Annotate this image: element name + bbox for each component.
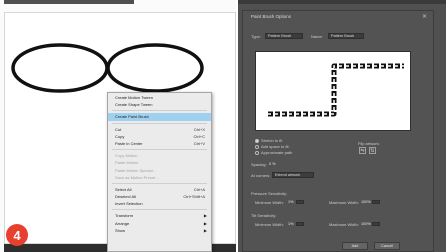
add-space-to-fit-label: Add space to fit: [261, 144, 289, 149]
menu-item-paste-motion: Paste Motion: [115, 160, 139, 166]
menu-item-paste-in-center[interactable]: Paste in Center Ctrl+V: [108, 140, 211, 147]
menu-item-transform[interactable]: Transform ▶: [108, 212, 211, 219]
menu-separator: [112, 209, 207, 211]
tilt-sensitivity-label: Tilt Sensitivity:: [251, 213, 277, 218]
menu-item-create-shape-tween[interactable]: Create Shape Tween: [108, 101, 211, 108]
dialog-panel: Paint Brush Options × Type: Pattern Brus…: [238, 0, 446, 252]
menu-item-create-paint-brush[interactable]: Create Paint Brush: [108, 113, 211, 121]
tilt-max-width-label: Maximum Width:: [329, 222, 359, 227]
stage-panel: Create Motion Tween Create Shape Tween C…: [0, 0, 236, 252]
brush-preview: [255, 51, 411, 131]
add-space-to-fit-radio[interactable]: [255, 145, 259, 149]
submenu-arrow-icon: ▶: [203, 220, 207, 226]
menu-separator: [112, 182, 207, 184]
chain-pattern-preview: [268, 63, 404, 117]
dialog-title: Paint Brush Options: [251, 14, 292, 19]
menu-item-invert-selection[interactable]: Invert Selection: [108, 200, 211, 207]
menu-item-arrange[interactable]: Arrange ▶: [108, 220, 211, 227]
menu-item-copy[interactable]: Copy Ctrl+C: [108, 133, 211, 140]
right-link-ellipse: [106, 43, 204, 93]
toolbar-strip: [4, 0, 134, 4]
pressure-max-slider[interactable]: [372, 200, 380, 204]
tilt-max-slider[interactable]: [372, 222, 380, 226]
menu-item-show[interactable]: Show ▶: [108, 227, 211, 234]
approximate-path-label: Approximate path: [261, 150, 293, 155]
approximate-path-radio[interactable]: [255, 151, 259, 155]
menu-item-create-motion-tween[interactable]: Create Motion Tween: [108, 94, 211, 101]
stretch-to-fit-radio[interactable]: [255, 139, 259, 143]
close-icon[interactable]: ×: [422, 13, 427, 20]
pressure-min-slider[interactable]: [296, 200, 304, 204]
flip-horizontal-icon[interactable]: ⇋: [359, 147, 366, 154]
context-menu: Create Motion Tween Create Shape Tween C…: [107, 92, 212, 252]
pressure-sensitivity-label: Pressure Sensitivity:: [251, 191, 288, 196]
menu-item-select-all[interactable]: Select All Ctrl+A: [108, 186, 211, 193]
submenu-arrow-icon: ▶: [203, 227, 207, 233]
cancel-button[interactable]: Cancel: [374, 242, 400, 250]
menu-separator: [112, 122, 207, 124]
tilt-min-width-value[interactable]: 1%: [288, 222, 294, 226]
left-link-ellipse: [11, 43, 109, 93]
spacing-label: Spacing:: [251, 162, 267, 167]
at-corners-select[interactable]: Extend artwork: [272, 172, 314, 178]
menu-item-deselect-all[interactable]: Deselect All Ctrl+Shift+A: [108, 193, 211, 200]
stretch-to-fit-label: Stretch to fit: [261, 138, 283, 143]
menu-item-paste-motion-special: Paste Motion Special...: [115, 167, 156, 173]
menu-item-cut[interactable]: Cut Ctrl+X: [108, 126, 211, 133]
at-corners-label: At corners:: [251, 173, 271, 178]
flip-vertical-icon[interactable]: ⇅: [369, 147, 376, 154]
pressure-min-width-value[interactable]: 1%: [288, 200, 294, 204]
tilt-max-width-value[interactable]: 100%: [361, 222, 371, 226]
name-field[interactable]: Pattern Brush: [328, 33, 364, 39]
spacing-value[interactable]: 0 %: [269, 162, 276, 166]
pressure-max-width-value[interactable]: 100%: [361, 200, 371, 204]
submenu-arrow-icon: ▶: [203, 213, 207, 219]
pressure-min-width-label: Minimum Width:: [255, 200, 284, 205]
menu-item-copy-motion: Copy Motion: [115, 153, 138, 159]
pressure-max-width-label: Maximum Width:: [329, 200, 359, 205]
name-label: Name:: [311, 34, 323, 39]
add-button[interactable]: Add: [342, 242, 368, 250]
menu-separator: [112, 110, 207, 112]
paint-brush-options-dialog: Paint Brush Options × Type: Pattern Brus…: [242, 10, 434, 252]
menu-separator: [112, 149, 207, 151]
tilt-min-width-label: Minimum Width:: [255, 222, 284, 227]
tilt-min-slider[interactable]: [296, 222, 304, 226]
toolbar-strip: [238, 0, 446, 4]
flip-artwork-label: Flip artwork:: [358, 141, 380, 146]
type-select[interactable]: Pattern Brush: [265, 33, 303, 39]
menu-item-save-motion-preset: Save as Motion Preset...: [115, 174, 159, 180]
type-label: Type:: [251, 34, 261, 39]
step-number-badge: 4: [6, 224, 28, 246]
